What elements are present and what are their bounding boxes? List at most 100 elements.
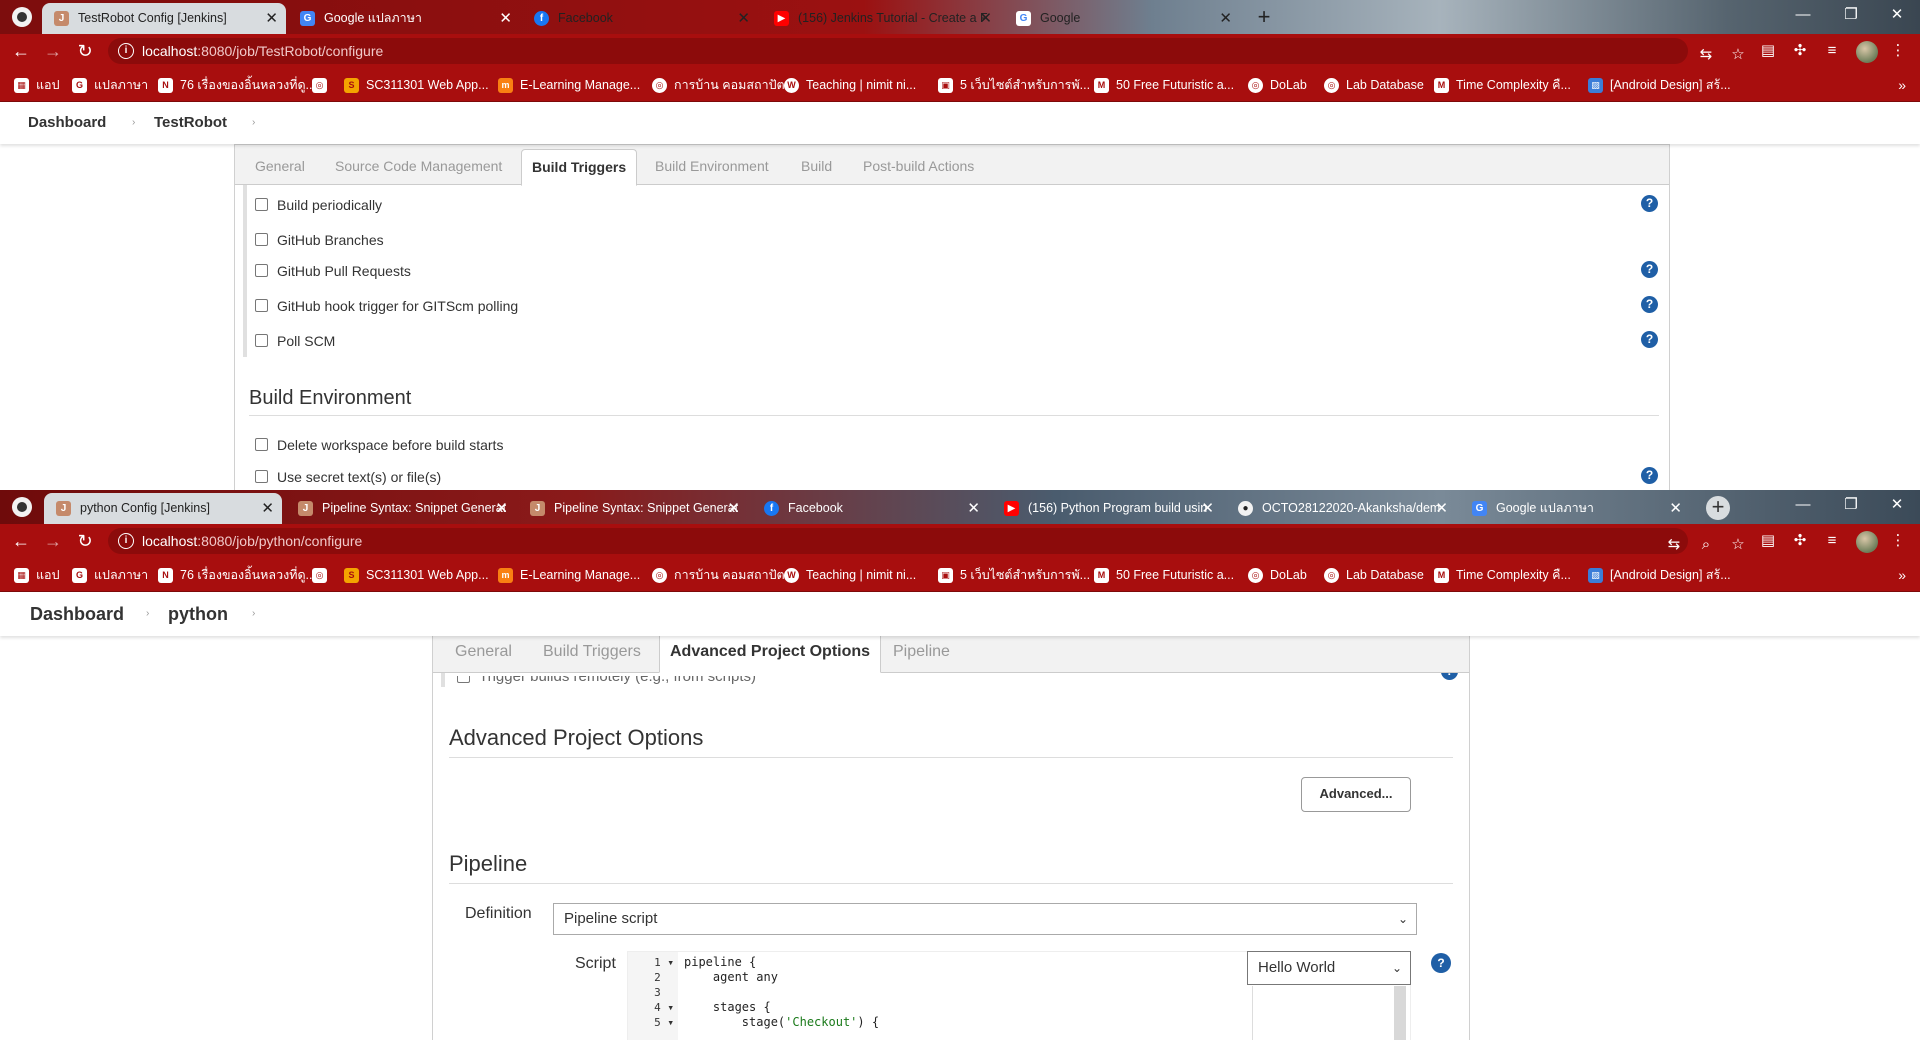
checkbox[interactable] — [255, 334, 268, 347]
close-icon[interactable]: ✕ — [261, 493, 274, 524]
tab-youtube-python[interactable]: ▶ (156) Python Program build usin ✕ — [992, 493, 1222, 524]
close-icon[interactable]: ✕ — [1669, 493, 1682, 524]
checkbox[interactable] — [255, 470, 268, 483]
help-icon[interactable]: ? — [1641, 296, 1658, 313]
bookmark-sc311301[interactable]: S SC311301 Web App... — [344, 558, 489, 592]
reading-list-icon[interactable]: ▤ — [1758, 531, 1778, 551]
breadcrumb-dashboard[interactable]: Dashboard — [30, 592, 124, 636]
tab-general[interactable]: General — [255, 149, 305, 183]
tab-build[interactable]: Build — [801, 149, 832, 183]
bookmark-apps[interactable]: ▦ แอป — [14, 68, 60, 102]
checkbox[interactable] — [255, 198, 268, 211]
bookmark-time-complexity[interactable]: M Time Complexity คื... — [1434, 558, 1571, 592]
close-icon[interactable]: ✕ — [979, 3, 992, 34]
help-icon[interactable]: ? — [1641, 261, 1658, 278]
more-bookmarks-icon[interactable]: » — [1898, 68, 1906, 102]
help-icon[interactable]: ? — [1641, 195, 1658, 212]
checkbox[interactable] — [255, 438, 268, 451]
bookmark-lab-database[interactable]: ◎ Lab Database — [1324, 68, 1424, 102]
bookmark-globe[interactable]: ◎ — [312, 558, 334, 592]
tab-testrobot-config[interactable]: J TestRobot Config [Jenkins] ✕ — [42, 3, 286, 34]
tab-google-translate[interactable]: G Google แปลภาษา ✕ — [1460, 493, 1690, 524]
editor-scrollbar[interactable] — [1394, 986, 1406, 1040]
star-icon[interactable]: ☆ — [1728, 45, 1748, 65]
close-icon[interactable]: ✕ — [1435, 493, 1448, 524]
minimize-button[interactable]: — — [1780, 0, 1826, 32]
close-icon[interactable]: ✕ — [737, 3, 750, 34]
new-tab-button[interactable]: + — [1706, 496, 1730, 520]
media-queue-icon[interactable]: ≡ — [1822, 531, 1842, 551]
tab-source-code-management[interactable]: Source Code Management — [335, 149, 502, 183]
bookmark-lab-database[interactable]: ◎ Lab Database — [1324, 558, 1424, 592]
tab-snippet-generator-1[interactable]: J Pipeline Syntax: Snippet Generat ✕ — [286, 493, 516, 524]
checkbox[interactable] — [255, 264, 268, 277]
zoom-icon[interactable]: ⌕ — [1696, 535, 1716, 555]
checkbox[interactable] — [255, 299, 268, 312]
close-icon[interactable]: ✕ — [265, 3, 278, 34]
more-bookmarks-icon[interactable]: » — [1898, 558, 1906, 592]
definition-select[interactable]: Pipeline script ⌄ — [553, 903, 1417, 935]
media-queue-icon[interactable]: ≡ — [1822, 41, 1842, 61]
tab-facebook[interactable]: f Facebook ✕ — [522, 3, 758, 34]
bookmark-news[interactable]: N 76 เรื่องของอิ้นหลวงที่ดู... — [158, 68, 316, 102]
reload-button[interactable]: ↻ — [72, 528, 98, 554]
env-use-secret[interactable]: Use secret text(s) or file(s) — [255, 467, 441, 487]
close-icon[interactable]: ✕ — [495, 493, 508, 524]
minimize-button[interactable]: — — [1780, 490, 1826, 522]
trigger-github-hook[interactable]: GitHub hook trigger for GITScm polling — [255, 296, 518, 316]
bookmark-time-complexity[interactable]: M Time Complexity คื... — [1434, 68, 1571, 102]
tab-pipeline[interactable]: Pipeline — [893, 635, 950, 669]
trigger-github-pull-requests[interactable]: GitHub Pull Requests — [255, 261, 411, 281]
trigger-build-periodically[interactable]: Build periodically — [255, 195, 382, 215]
bookmark-dolab[interactable]: ◎ DoLab — [1248, 68, 1307, 102]
address-bar[interactable]: i localhost:8080/job/TestRobot/configure… — [108, 38, 1745, 64]
tab-snippet-generator-2[interactable]: J Pipeline Syntax: Snippet Generat ✕ — [518, 493, 748, 524]
info-icon[interactable]: i — [118, 533, 134, 549]
close-icon[interactable]: ✕ — [727, 493, 740, 524]
sample-script-select[interactable]: Hello World ⌄ — [1247, 951, 1411, 985]
bookmark-websites[interactable]: ▣ 5 เว็บไซต์สำหรับการพั... — [938, 68, 1090, 102]
trigger-github-branches[interactable]: GitHub Branches — [255, 230, 384, 250]
address-bar[interactable]: i localhost:8080/job/python/configure ⇆ … — [108, 528, 1745, 555]
bookmark-globe[interactable]: ◎ — [312, 68, 334, 102]
tab-advanced-project-options[interactable]: Advanced Project Options — [659, 631, 882, 673]
translate-icon[interactable]: ⇆ — [1664, 535, 1684, 555]
bookmark-futuristic[interactable]: M 50 Free Futuristic a... — [1094, 68, 1234, 102]
close-icon[interactable]: ✕ — [499, 3, 512, 34]
close-window-button[interactable]: ✕ — [1874, 490, 1920, 522]
bookmark-translate[interactable]: G แปลภาษา — [72, 68, 148, 102]
checkbox[interactable] — [255, 233, 268, 246]
bookmark-homework[interactable]: ◎ การบ้าน คอมสถาปัต — [652, 558, 785, 592]
bookmark-apps[interactable]: ▦ แอป — [14, 558, 60, 592]
bookmark-translate[interactable]: G แปลภาษา — [72, 558, 148, 592]
tab-python-config[interactable]: J python Config [Jenkins] ✕ — [44, 493, 282, 524]
tab-build-environment[interactable]: Build Environment — [655, 149, 769, 183]
avatar[interactable] — [1856, 41, 1878, 63]
reading-list-icon[interactable]: ▤ — [1758, 41, 1778, 61]
bookmark-elearning[interactable]: m E-Learning Manage... — [498, 558, 640, 592]
advanced-button[interactable]: Advanced... — [1301, 777, 1411, 812]
bookmark-homework[interactable]: ◎ การบ้าน คอมสถาปัต — [652, 68, 785, 102]
close-icon[interactable]: ✕ — [967, 493, 980, 524]
breadcrumb-job[interactable]: TestRobot — [154, 102, 227, 144]
bookmark-android-design[interactable]: ▨ [Android Design] สร้... — [1588, 68, 1731, 102]
star-icon[interactable]: ☆ — [1728, 535, 1748, 555]
close-icon[interactable]: ✕ — [1219, 3, 1232, 34]
tab-build-triggers[interactable]: Build Triggers — [543, 635, 641, 669]
bookmark-elearning[interactable]: m E-Learning Manage... — [498, 68, 640, 102]
breadcrumb-job[interactable]: python — [168, 592, 228, 636]
new-tab-button[interactable]: + — [1252, 6, 1276, 30]
restore-button[interactable]: ❐ — [1828, 490, 1874, 522]
tab-general[interactable]: General — [455, 635, 512, 669]
back-button[interactable]: ← — [8, 38, 34, 64]
breadcrumb-dashboard[interactable]: Dashboard — [28, 102, 106, 144]
help-icon[interactable]: ? — [1641, 331, 1658, 348]
reload-button[interactable]: ↻ — [72, 38, 98, 64]
env-delete-workspace[interactable]: Delete workspace before build starts — [255, 435, 503, 455]
tab-google-translate[interactable]: G Google แปลภาษา ✕ — [288, 3, 520, 34]
menu-icon[interactable]: ⋮ — [1888, 531, 1908, 551]
back-button[interactable]: ← — [8, 528, 34, 554]
bookmark-teaching[interactable]: W Teaching | nimit ni... — [784, 558, 916, 592]
bookmark-news[interactable]: N 76 เรื่องของอิ้นหลวงที่ดู... — [158, 558, 316, 592]
avatar[interactable] — [1856, 531, 1878, 553]
